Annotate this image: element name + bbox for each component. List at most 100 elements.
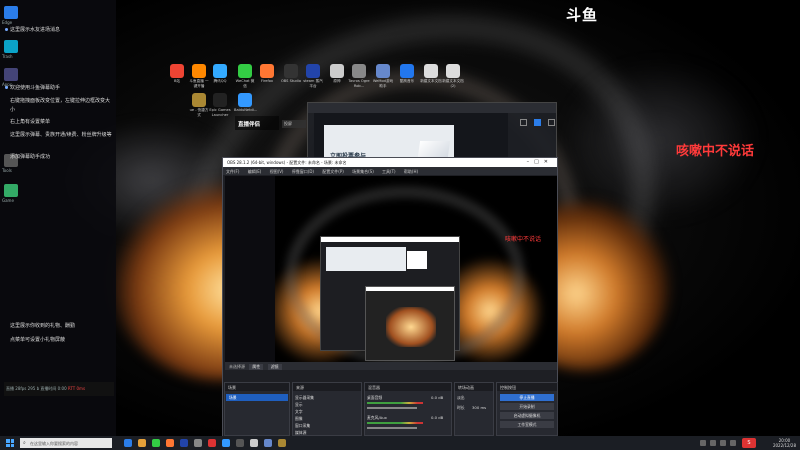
mixer-track-name: 桌面音频 xyxy=(367,395,383,400)
taskbar-app-icon[interactable] xyxy=(194,439,202,447)
taskbar-app-icon[interactable] xyxy=(208,439,216,447)
desktop-app-icon[interactable] xyxy=(446,64,460,78)
stream-stats: 直播 28fps 295 b 直播时间 0:00 xyxy=(6,386,67,391)
taskbar-app-icon[interactable] xyxy=(264,439,272,447)
desktop-app-icon[interactable] xyxy=(400,64,414,78)
taskbar-app-icon[interactable] xyxy=(166,439,174,447)
desktop-icon-label: 斗鱼直播 一键开播 xyxy=(189,79,209,88)
minimize-icon[interactable] xyxy=(548,119,555,126)
taskbar-app-icon[interactable] xyxy=(278,439,286,447)
source-item[interactable]: 文字 xyxy=(295,409,303,415)
controls-dock: 控制按钮 停止直播 开始录制 启动虚拟摄像机 工作室模式 xyxy=(496,382,558,436)
window-controls[interactable]: –□✕ xyxy=(527,159,553,165)
menu-docks[interactable]: 停靠窗口(D) xyxy=(292,169,314,174)
desktop-app-icon[interactable] xyxy=(238,93,252,107)
clock-date: 2022/12/28 xyxy=(772,443,796,448)
desktop-app-icon[interactable] xyxy=(170,64,184,78)
settings-icon[interactable] xyxy=(520,119,527,126)
menu-scene-collection[interactable]: 场景集合(S) xyxy=(352,169,374,174)
edge-icon[interactable] xyxy=(4,6,18,19)
desktop-app-icon[interactable] xyxy=(238,64,252,78)
system-tray-icon[interactable] xyxy=(730,440,736,446)
cast-button[interactable]: 投屏 xyxy=(282,120,306,128)
scene-item[interactable]: 场景 xyxy=(226,394,288,401)
start-recording-button[interactable]: 开始录制 xyxy=(500,403,554,410)
menu-view[interactable]: 视图(V) xyxy=(270,169,284,174)
ime-indicator[interactable]: S xyxy=(742,438,756,448)
system-tray-icon[interactable] xyxy=(700,440,706,446)
desktop-icon-label: 新建文本文档 xyxy=(420,79,442,83)
desktop-app-icon[interactable] xyxy=(376,64,390,78)
duration-input[interactable]: 300 ms xyxy=(472,405,486,410)
volume-meter xyxy=(367,422,423,424)
transition-type-select[interactable]: 淡出 xyxy=(457,395,465,401)
menu-profile[interactable]: 配置文件(P) xyxy=(322,169,344,174)
transitions-dock: 转场动画 淡出 时长 300 ms xyxy=(454,382,494,436)
sidebar-message: 欢迎使用斗鱼弹幕助手 xyxy=(10,85,61,91)
taskbar-app-icon[interactable] xyxy=(236,439,244,447)
studio-mode-button[interactable]: 工作室模式 xyxy=(500,421,554,428)
menu-file[interactable]: 文件(F) xyxy=(226,169,239,174)
volume-slider[interactable] xyxy=(367,407,417,409)
obs-window[interactable]: OBS 28.1.2 (64-bit, windows) - 配置文件: 未命名… xyxy=(222,157,558,437)
source-item[interactable]: 显示 xyxy=(295,402,303,408)
source-item[interactable]: 图像 xyxy=(295,416,303,422)
taskbar-app-icon[interactable] xyxy=(124,439,132,447)
desktop-app-icon[interactable] xyxy=(213,64,227,78)
desktop-icon-label: WeChat 微信 xyxy=(235,79,255,88)
preview-overlay-text: 咳嗽中不说话 xyxy=(505,236,542,243)
window-titlebar[interactable] xyxy=(308,103,556,113)
app-icon[interactable] xyxy=(4,68,18,81)
system-tray-icon[interactable] xyxy=(720,440,726,446)
desktop-app-icon[interactable] xyxy=(424,64,438,78)
taskbar-app-icon[interactable] xyxy=(222,439,230,447)
source-item[interactable]: 显示器采集 xyxy=(295,395,314,401)
desktop-icon-label: 腾讯QQ xyxy=(213,79,227,83)
taskbar: ⌕ 在这里输入你要搜索的内容 S 20:00 2022/12/28 xyxy=(0,436,800,450)
window-icon[interactable] xyxy=(534,119,541,126)
system-tray-icon[interactable] xyxy=(710,440,716,446)
obs-menubar: 文件(F) 编辑(E) 视图(V) 停靠窗口(D) 配置文件(P) 场景集合(S… xyxy=(223,167,557,175)
virtual-camera-button[interactable]: 启动虚拟摄像机 xyxy=(500,412,554,419)
desktop-app-icon[interactable] xyxy=(284,64,298,78)
desktop-icon-label: Firefox xyxy=(261,79,273,83)
taskbar-search-input[interactable]: ⌕ 在这里输入你要搜索的内容 xyxy=(20,438,112,448)
windows-start-icon[interactable] xyxy=(6,439,14,447)
message-dot-icon xyxy=(5,86,8,89)
taskbar-app-icon[interactable] xyxy=(180,439,188,447)
duration-label: 时长 xyxy=(457,405,465,410)
source-item[interactable]: 窗口采集 xyxy=(295,423,310,429)
menu-edit[interactable]: 编辑(E) xyxy=(248,169,262,174)
app-icon[interactable] xyxy=(4,40,18,53)
app-icon[interactable] xyxy=(4,184,18,197)
nested-cube-icon xyxy=(407,251,427,269)
danmaku-assistant-panel[interactable]: Edge Trash Apps Tools Game 这里展示水友进场消息 欢迎… xyxy=(0,0,116,436)
taskbar-app-icon[interactable] xyxy=(138,439,146,447)
search-placeholder: 在这里输入你要搜索的内容 xyxy=(30,441,78,446)
desktop-icon-label: 新建文本文档 (2) xyxy=(442,79,464,88)
desktop-app-icon[interactable] xyxy=(192,64,206,78)
desktop-app-icon[interactable] xyxy=(330,64,344,78)
desktop-app-icon[interactable] xyxy=(260,64,274,78)
filters-button[interactable]: 滤镜 xyxy=(267,364,282,370)
obs-title: OBS 28.1.2 (64-bit, windows) - 配置文件: 未命名… xyxy=(227,160,347,165)
mixer-track-name: 麦克风/Aux xyxy=(367,415,387,420)
desktop-app-icon[interactable] xyxy=(306,64,320,78)
volume-slider[interactable] xyxy=(367,427,417,429)
menu-tools[interactable]: 工具(T) xyxy=(382,169,396,174)
obs-titlebar[interactable]: OBS 28.1.2 (64-bit, windows) - 配置文件: 未命名… xyxy=(223,158,557,167)
obs-preview[interactable]: 咳嗽中不说话 xyxy=(225,176,557,362)
desktop-app-icon[interactable] xyxy=(213,93,227,107)
taskbar-clock[interactable]: 20:00 2022/12/28 xyxy=(773,438,796,448)
taskbar-app-icon[interactable] xyxy=(152,439,160,447)
desktop-icon-label: 原神 xyxy=(333,79,341,83)
taskbar-app-icon[interactable] xyxy=(250,439,258,447)
properties-button[interactable]: 属性 xyxy=(249,364,264,370)
stop-streaming-button[interactable]: 停止直播 xyxy=(500,394,554,401)
menu-help[interactable]: 帮助(H) xyxy=(404,169,418,174)
desktop-app-icon[interactable] xyxy=(352,64,366,78)
mixer-track-level: 0.0 dB xyxy=(431,395,444,400)
preview-sidebar xyxy=(225,176,275,362)
desktop-app-icon[interactable] xyxy=(192,93,206,107)
desktop-icon-label: steam 蒸汽平台 xyxy=(303,79,323,88)
